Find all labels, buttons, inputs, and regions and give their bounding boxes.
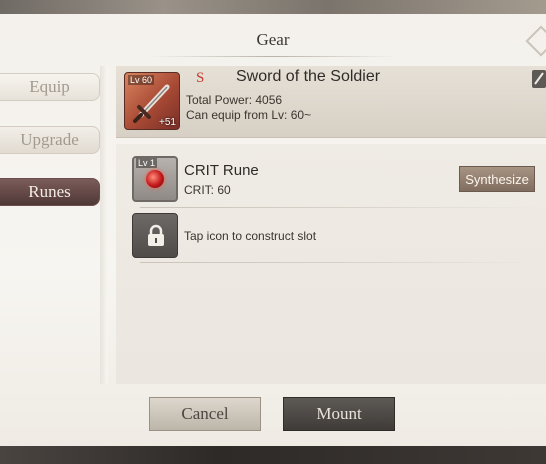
empty-rune-slot[interactable] xyxy=(132,213,178,258)
sword-small-icon xyxy=(534,72,544,85)
tab-equip[interactable]: Equip xyxy=(0,73,100,101)
red-gem-icon xyxy=(146,170,164,188)
background-scene-bottom xyxy=(0,444,546,464)
tab-upgrade[interactable]: Upgrade xyxy=(0,126,100,154)
rune-name: CRIT Rune xyxy=(184,162,259,179)
item-name: Sword of the Soldier xyxy=(236,68,381,85)
title-divider xyxy=(150,56,396,57)
rune-divider xyxy=(140,207,540,208)
cancel-button[interactable]: Cancel xyxy=(149,397,261,431)
slot-divider xyxy=(140,262,540,263)
synthesize-button[interactable]: Synthesize xyxy=(459,166,535,192)
compare-icon[interactable] xyxy=(532,70,546,88)
item-equip-level: Can equip from Lv: 60~ xyxy=(186,108,312,122)
rune-slot[interactable]: Lv 1 xyxy=(132,156,178,202)
slot-hint: Tap icon to construct slot xyxy=(184,229,317,243)
rune-level-badge: Lv 1 xyxy=(136,158,158,168)
lock-icon xyxy=(148,224,164,246)
item-slot[interactable]: Lv 60 +51 xyxy=(124,72,180,130)
tab-runes[interactable]: Runes xyxy=(0,178,100,206)
item-grade: S xyxy=(196,70,205,86)
item-enhance-badge: +51 xyxy=(159,117,176,128)
mount-button[interactable]: Mount xyxy=(283,397,395,431)
rune-stat: CRIT: 60 xyxy=(184,183,231,197)
page-title: Gear xyxy=(256,30,290,49)
sidebar-divider xyxy=(100,66,108,384)
item-total-power: Total Power: 4056 xyxy=(186,93,283,107)
